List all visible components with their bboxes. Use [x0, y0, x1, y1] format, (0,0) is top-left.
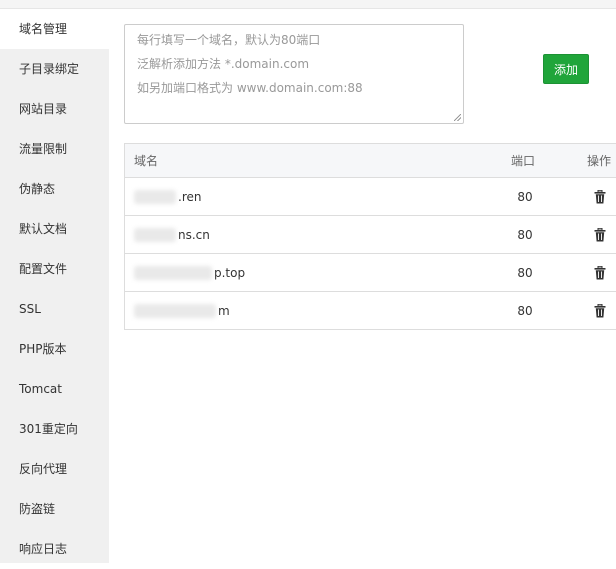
port-cell: 80 [517, 189, 533, 204]
action-cell [583, 178, 616, 215]
placeholder-line: 每行填写一个域名，默认为80端口 [137, 33, 321, 47]
placeholder-line: 泛解析添加方法 *.domain.com [137, 57, 310, 71]
action-cell [583, 216, 616, 253]
domain-cell: p.top [134, 254, 245, 291]
sidebar-item-label: 防盗链 [19, 502, 56, 516]
sidebar-item-label: Tomcat [19, 382, 62, 396]
sidebar-item-label: 流量限制 [19, 142, 68, 156]
domain-text: m [218, 303, 230, 318]
sidebar-item-site-directory[interactable]: 网站目录 [0, 89, 109, 129]
sidebar-item-label: 响应日志 [19, 542, 68, 556]
sidebar-item-rewrite[interactable]: 伪静态 [0, 169, 109, 209]
column-header-port: 端口 [510, 154, 535, 168]
sidebar-item-traffic-limit[interactable]: 流量限制 [0, 129, 109, 169]
sidebar-item-label: 子目录绑定 [19, 62, 80, 76]
top-divider [0, 0, 616, 9]
column-header-action: 操作 [586, 154, 611, 168]
sidebar-item-label: SSL [19, 302, 41, 316]
trash-icon[interactable] [594, 303, 606, 318]
column-header-domain: 域名 [134, 154, 159, 168]
domain-cell: .ren [134, 178, 201, 215]
domain-cell: ns.cn [134, 216, 210, 253]
table-row: p.top 80 [125, 254, 616, 292]
port-cell: 80 [517, 265, 533, 280]
add-domain-button[interactable]: 添加 [543, 54, 589, 84]
sidebar-item-reverse-proxy[interactable]: 反向代理 [0, 449, 109, 489]
sidebar-item-label: 域名管理 [19, 22, 68, 36]
sidebar-item-301-redirect[interactable]: 301重定向 [0, 409, 109, 449]
table-row: ns.cn 80 [125, 216, 616, 254]
settings-sidebar: 域名管理 子目录绑定 网站目录 流量限制 伪静态 默认文档 配置文件 SSL P… [0, 9, 109, 563]
table-row: m 80 [125, 292, 616, 329]
sidebar-item-label: PHP版本 [19, 342, 67, 356]
sidebar-item-label: 网站目录 [19, 102, 68, 116]
domain-text: .ren [178, 189, 202, 204]
redaction-blur [134, 303, 216, 318]
sidebar-item-label: 默认文档 [19, 222, 68, 236]
domain-cell: m [134, 292, 230, 329]
port-cell: 80 [517, 227, 533, 242]
table-header: 域名 端口 操作 [125, 144, 616, 178]
domain-table: 域名 端口 操作 .ren 80 ns.cn 80 p.top 80 m 80 [124, 143, 616, 330]
table-row: .ren 80 [125, 178, 616, 216]
sidebar-item-label: 配置文件 [19, 262, 68, 276]
resize-handle[interactable] [454, 114, 461, 121]
redaction-blur [134, 227, 176, 242]
port-cell: 80 [517, 303, 533, 318]
sidebar-item-php-version[interactable]: PHP版本 [0, 329, 109, 369]
sidebar-item-ssl[interactable]: SSL [0, 289, 109, 329]
redaction-blur [134, 189, 176, 204]
trash-icon[interactable] [594, 189, 606, 204]
action-cell [583, 292, 616, 329]
sidebar-item-label: 反向代理 [19, 462, 68, 476]
sidebar-item-label: 伪静态 [19, 182, 56, 196]
placeholder-line: 如另加端口格式为 www.domain.com:88 [137, 81, 363, 95]
sidebar-item-default-document[interactable]: 默认文档 [0, 209, 109, 249]
sidebar-item-subdirectory-binding[interactable]: 子目录绑定 [0, 49, 109, 89]
sidebar-item-response-log[interactable]: 响应日志 [0, 529, 109, 569]
trash-icon[interactable] [594, 265, 606, 280]
redaction-blur [134, 265, 212, 280]
domain-text: p.top [214, 265, 246, 280]
sidebar-item-domain-management[interactable]: 域名管理 [0, 9, 109, 49]
sidebar-item-tomcat[interactable]: Tomcat [0, 369, 109, 409]
sidebar-item-label: 301重定向 [19, 422, 78, 436]
sidebar-item-hotlink-protection[interactable]: 防盗链 [0, 489, 109, 529]
domain-input[interactable]: 每行填写一个域名，默认为80端口 泛解析添加方法 *.domain.com 如另… [124, 24, 464, 124]
trash-icon[interactable] [594, 227, 606, 242]
domain-text: ns.cn [178, 227, 210, 242]
action-cell [583, 254, 616, 291]
sidebar-item-config-file[interactable]: 配置文件 [0, 249, 109, 289]
